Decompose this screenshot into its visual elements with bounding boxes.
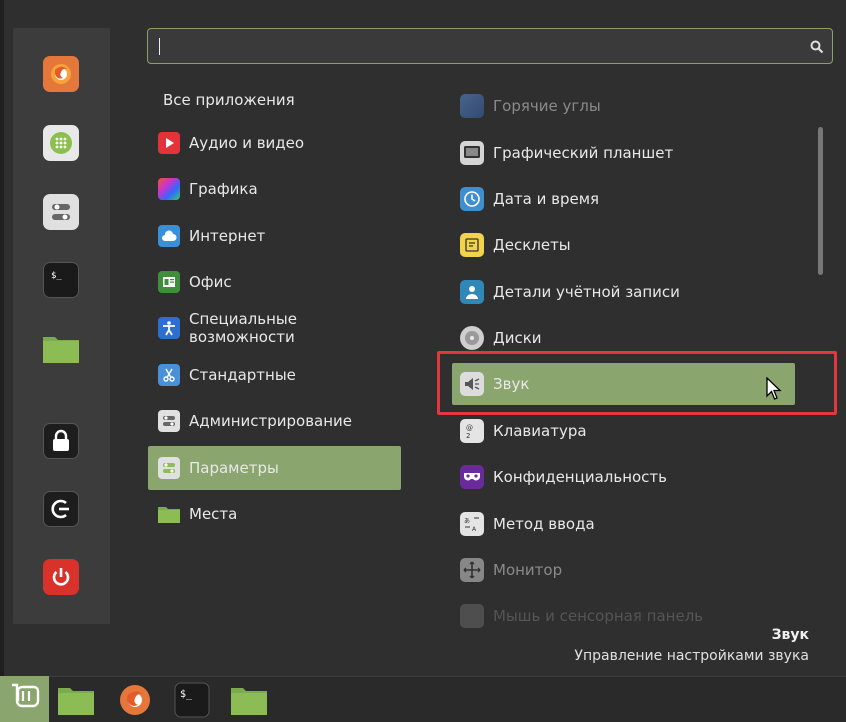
app-hot-corners[interactable]: Горячие углы [452,84,795,128]
disk-icon [460,326,484,350]
software-manager-icon[interactable] [43,125,79,161]
category-label: Стандартные [189,366,296,384]
terminal-icon[interactable]: $_ [43,262,79,298]
display-icon [460,558,484,582]
category-label: Аудио и видео [189,134,305,152]
app-label: Клавиатура [493,422,587,440]
panel-files-icon[interactable] [56,681,96,721]
svg-text:A: A [472,526,477,533]
power-icon[interactable] [43,559,79,595]
category-label: Специальные возможности [189,310,297,346]
app-label: Десклеты [493,236,571,254]
office-icon [158,271,180,293]
app-label: Графический планшет [493,144,674,162]
favorites-bar [13,28,110,624]
app-label: Детали учётной записи [493,283,680,301]
keyboard-icon: @2 [460,419,484,443]
app-label: Мышь и сенсорная панель [493,607,704,625]
category-graphics[interactable]: Графика [148,167,401,211]
app-privacy[interactable]: Конфиденциальность [452,455,795,499]
user-icon [460,280,484,304]
input-method-icon: あA [460,512,484,536]
folder-icon[interactable] [43,330,79,366]
text-cursor [159,38,160,55]
panel-firefox-icon[interactable] [115,680,155,720]
cloud-icon [158,225,180,247]
mouse-pointer-icon [766,376,782,405]
app-keyboard[interactable]: @2 Клавиатура [452,409,795,453]
category-preferences[interactable]: Параметры [148,446,401,490]
category-administration[interactable]: Администрирование [148,399,401,443]
category-label: Места [189,505,238,523]
settings-toggles-icon[interactable] [43,194,79,230]
scissors-icon [158,364,180,386]
category-label: Графика [189,180,258,198]
search-icon [810,39,824,58]
category-audio-video[interactable]: Аудио и видео [148,121,401,165]
hot-corners-icon [460,94,484,118]
app-account-details[interactable]: Детали учётной записи [452,270,795,314]
folder-icon [158,503,180,525]
panel-terminal-icon[interactable]: $_ [172,680,212,720]
category-accessories[interactable]: Стандартные [148,353,401,397]
app-label: Дата и время [493,190,600,208]
desklets-icon [460,233,484,257]
menu-button[interactable] [0,676,49,722]
svg-text:$_: $_ [51,271,62,281]
app-display[interactable]: Монитор [452,548,795,592]
app-description-title: Звук [771,627,809,643]
app-label: Метод ввода [493,515,595,533]
app-desklets[interactable]: Десклеты [452,223,795,267]
category-places[interactable]: Места [148,492,401,536]
apps-scrollbar-thumb[interactable] [818,127,823,275]
logout-icon[interactable] [43,491,79,527]
category-label: Интернет [189,227,266,245]
accessibility-icon [158,317,180,339]
category-label: Параметры [189,459,279,477]
category-label: Администрирование [189,412,353,430]
category-internet[interactable]: Интернет [148,214,401,258]
mouse-icon [460,604,484,628]
firefox-icon[interactable] [43,56,79,92]
clock-icon [460,187,484,211]
settings-toggles-icon [158,457,180,479]
app-label: Диски [493,329,542,347]
menu-left-edge [0,0,4,676]
graphics-icon [158,178,180,200]
svg-text:$_: $_ [180,689,193,700]
svg-text:2: 2 [466,432,470,440]
tablet-icon [460,141,484,165]
category-office[interactable]: Офис [148,260,401,304]
app-label: Горячие углы [493,97,601,115]
search-input[interactable] [158,34,802,60]
category-all-applications[interactable]: Все приложения [148,78,401,122]
svg-text:あ: あ [464,518,470,525]
panel-folder-icon[interactable] [229,681,269,721]
application-menu: $_ Все приложения Аудио и видео Графика … [0,0,846,676]
category-label: Офис [189,273,232,291]
settings-toggles-icon [158,410,180,432]
lock-icon[interactable] [43,423,79,459]
mint-logo-icon [9,682,41,716]
app-mouse-touchpad[interactable]: Мышь и сенсорная панель [452,594,795,638]
play-icon [158,132,180,154]
app-label: Монитор [493,561,563,579]
mask-icon [460,465,484,489]
app-label: Конфиденциальность [493,468,668,486]
app-input-method[interactable]: あA Метод ввода [452,502,795,546]
app-date-time[interactable]: Дата и время [452,177,795,221]
app-graphics-tablet[interactable]: Графический планшет [452,131,795,175]
svg-text:@: @ [466,424,473,432]
category-accessibility[interactable]: Специальные возможности [148,306,401,350]
app-description-text: Управление настройками звука [574,648,809,664]
category-label: Все приложения [163,91,295,109]
search-box[interactable] [147,28,833,64]
